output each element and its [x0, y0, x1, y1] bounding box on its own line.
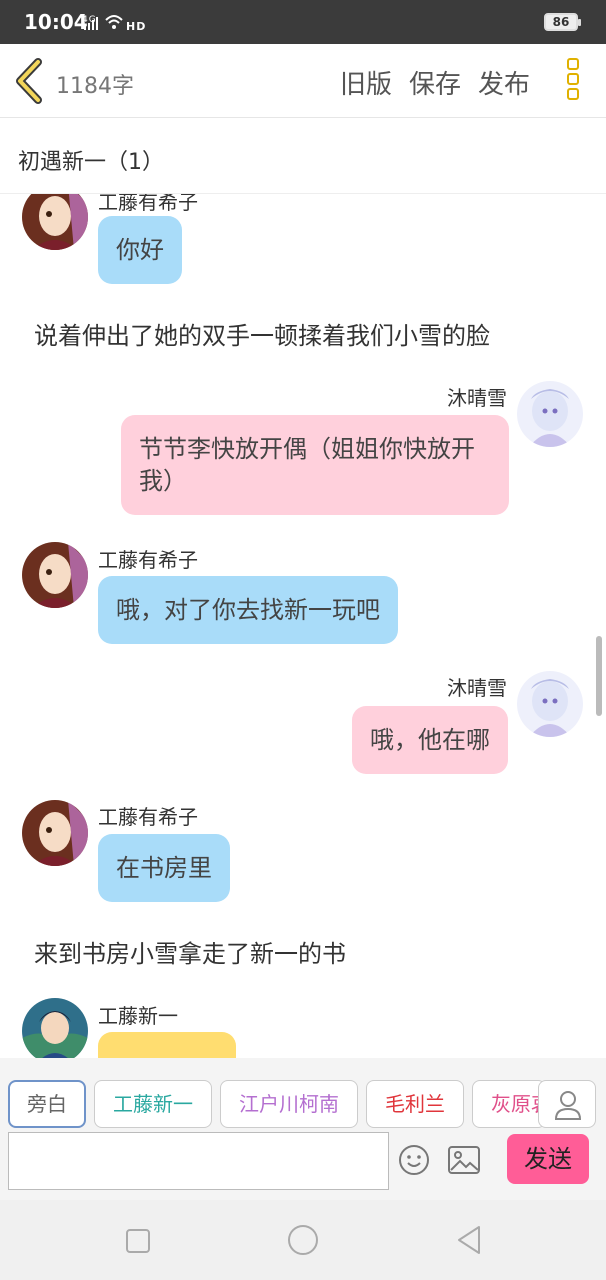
smiley-icon: [399, 1145, 429, 1175]
more-vertical-icon: [567, 58, 579, 70]
avatar-yukiko[interactable]: [22, 800, 88, 866]
message-bubble[interactable]: [98, 1032, 236, 1058]
publish-button[interactable]: 发布: [478, 64, 530, 101]
message-bubble[interactable]: 哦，他在哪: [352, 706, 508, 774]
image-icon: [448, 1146, 480, 1174]
home-icon[interactable]: [287, 1224, 319, 1256]
avatar-muqingxue[interactable]: [517, 381, 583, 447]
person-icon: [554, 1091, 582, 1120]
emoji-button[interactable]: [398, 1144, 430, 1176]
character-chip-shinichi[interactable]: 工藤新一: [94, 1080, 212, 1128]
narration-text[interactable]: 来到书房小雪拿走了新一的书: [34, 934, 346, 969]
chip-label: 旁白: [27, 1092, 67, 1116]
chip-label: 毛利兰: [385, 1092, 445, 1116]
chat-area[interactable]: 工藤有希子 你好 说着伸出了她的双手一顿揉着我们小雪的脸 沐晴雪 节节李快放开偶…: [0, 194, 606, 1058]
sender-name: 工藤有希子: [98, 194, 198, 214]
chapter-title: 初遇新一（1）: [18, 150, 164, 175]
more-menu-button[interactable]: [560, 58, 586, 106]
sender-name: 工藤新一: [98, 1004, 178, 1028]
chip-label: 工藤新一: [113, 1092, 193, 1116]
send-button[interactable]: 发送: [507, 1134, 589, 1184]
character-chip-narration[interactable]: 旁白: [8, 1080, 86, 1128]
back-triangle-icon[interactable]: [455, 1224, 483, 1256]
composer-panel: 旁白 工藤新一 江户川柯南 毛利兰 灰原哀 发送: [0, 1058, 606, 1200]
battery-indicator: 86: [544, 13, 581, 31]
app-header: 1184字 旧版 保存 发布: [0, 44, 606, 118]
avatar-muqingxue[interactable]: [517, 671, 583, 737]
sender-name: 工藤有希子: [98, 548, 198, 572]
avatar-yukiko[interactable]: [22, 542, 88, 608]
word-count: 1184字: [56, 74, 134, 99]
character-chip-ran[interactable]: 毛利兰: [366, 1080, 464, 1128]
back-button[interactable]: [10, 58, 50, 104]
character-manage-button[interactable]: [538, 1080, 596, 1128]
chip-label: 江户川柯南: [239, 1092, 339, 1116]
narration-text[interactable]: 说着伸出了她的双手一顿揉着我们小雪的脸: [34, 316, 490, 351]
status-time: 10:04: [24, 10, 88, 34]
message-bubble[interactable]: 哦，对了你去找新一玩吧: [98, 576, 398, 644]
system-nav-bar: [0, 1200, 606, 1280]
old-version-button[interactable]: 旧版: [340, 64, 392, 101]
sender-name: 沐晴雪: [447, 676, 507, 700]
sender-name: 工藤有希子: [98, 805, 198, 829]
message-bubble[interactable]: 在书房里: [98, 834, 230, 902]
avatar-shinichi[interactable]: [22, 998, 88, 1058]
message-bubble[interactable]: 节节李快放开偶（姐姐你快放开我）: [121, 415, 509, 515]
save-button[interactable]: 保存: [409, 64, 461, 101]
character-chip-haibara[interactable]: 灰原哀: [472, 1080, 546, 1128]
signal-icon: 4G HD: [82, 12, 152, 38]
image-button[interactable]: [448, 1146, 480, 1174]
chapter-bar[interactable]: 初遇新一（1）: [0, 118, 606, 194]
character-chip-conan[interactable]: 江户川柯南: [220, 1080, 358, 1128]
scrollbar[interactable]: [596, 636, 602, 716]
avatar-yukiko[interactable]: [22, 194, 88, 250]
sender-name: 沐晴雪: [447, 386, 507, 410]
status-bar: 10:04 4G HD 86: [0, 0, 606, 44]
message-input[interactable]: [8, 1132, 389, 1190]
hd-label: HD: [126, 20, 146, 33]
recent-apps-icon[interactable]: [125, 1228, 151, 1254]
chevron-left-icon: [16, 58, 42, 104]
message-bubble[interactable]: 你好: [98, 216, 182, 284]
